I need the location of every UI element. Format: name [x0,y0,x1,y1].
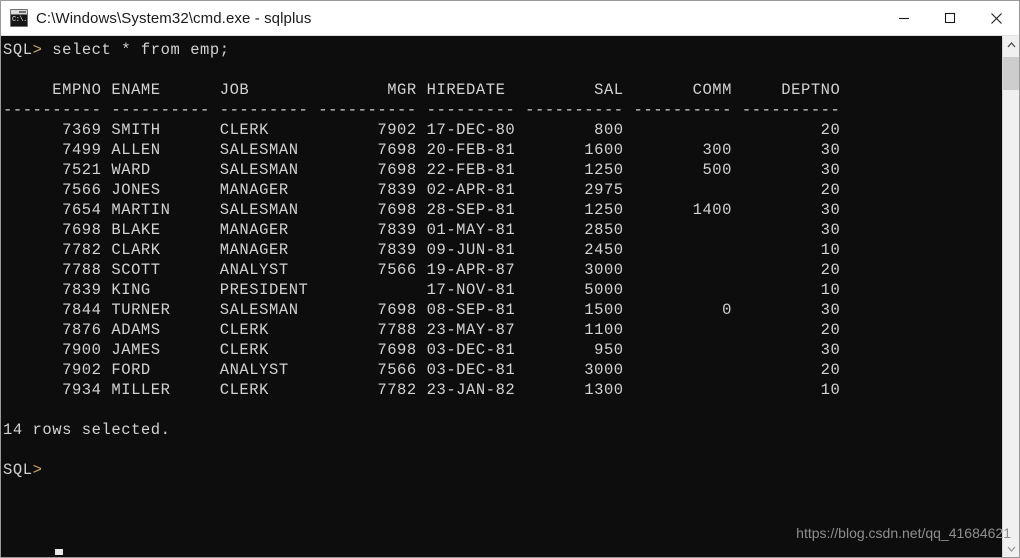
final-prompt-label: SQL [3,461,33,479]
table-body: 7369 SMITH CLERK 7902 17-DEC-80 800 20 7… [62,121,841,399]
chevron-up-icon [1007,42,1015,48]
title-bar: C:\. C:\Windows\System32\cmd.exe - sqlpl… [1,1,1019,36]
prompt-arrow-icon: > [32,41,43,59]
minimize-icon [899,17,909,20]
window-title: C:\Windows\System32\cmd.exe - sqlplus [36,9,312,27]
cmd-window: C:\. C:\Windows\System32\cmd.exe - sqlpl… [0,0,1020,558]
maximize-icon [944,12,956,24]
minimize-button[interactable] [881,1,927,36]
window-controls [881,1,1019,36]
row-count-message: 14 rows selected. [3,421,171,439]
chevron-down-icon [1007,546,1015,552]
corner-artifact [55,549,63,555]
final-prompt-arrow-icon: > [32,461,43,479]
cmd-exe-icon: C:\. [10,9,28,27]
icon-console-glyph: C:\. [11,15,27,26]
prompt-label: SQL [3,41,33,59]
scroll-down-arrow[interactable] [1003,540,1019,557]
terminal-output-area[interactable]: SQL> select * from emp; EMPNO ENAME JOB … [1,36,1002,557]
command-echo: select * from emp; [42,41,230,59]
close-icon [990,12,1002,24]
vertical-scrollbar[interactable] [1002,36,1019,557]
close-button[interactable] [973,1,1019,36]
maximize-button[interactable] [927,1,973,36]
table-header-row: EMPNO ENAME JOB MGR HIREDATE SAL COMM DE… [3,81,841,99]
scroll-up-arrow[interactable] [1003,36,1019,54]
scrollbar-thumb[interactable] [1003,57,1019,90]
table-separator-row: ---------- ---------- --------- --------… [3,101,841,119]
console-text: SQL> select * from emp; EMPNO ENAME JOB … [3,40,1002,480]
